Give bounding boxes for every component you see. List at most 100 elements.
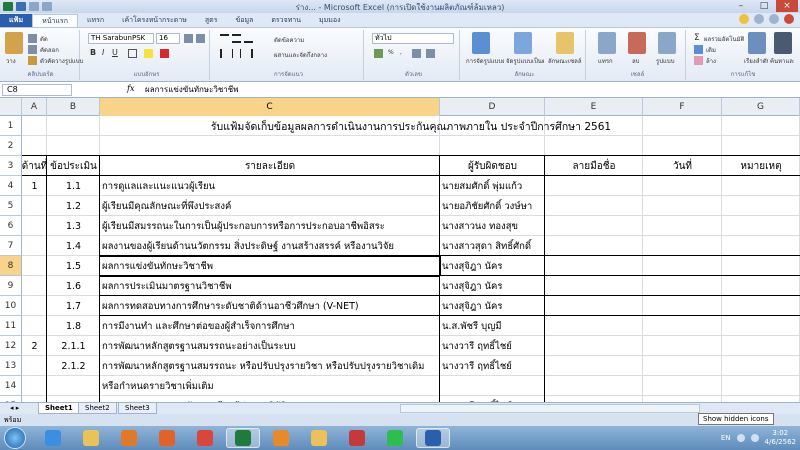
cell-d8[interactable]: นางสุจิฎา นัคร — [440, 256, 545, 276]
cell-c8[interactable]: ผลการแข่งขันทักษะวิชาชีพ — [100, 256, 440, 276]
help-icon[interactable] — [739, 14, 749, 24]
cell-c6[interactable]: ผู้เรียนมีสมรรถนะในการเป็นผู้ประกอบการหร… — [100, 216, 440, 236]
cell-c3[interactable]: รายละเอียด — [100, 156, 440, 176]
cell-a4[interactable]: 1 — [22, 176, 47, 196]
taskbar-app-orange-button[interactable] — [264, 428, 298, 448]
comma-icon[interactable]: , — [400, 49, 402, 56]
wrap-text-button[interactable]: ตัดข้อความ — [274, 35, 304, 45]
cell-c11[interactable]: การมีงานทำ และศึกษาต่อของผู้สำเร็จการศึก… — [100, 316, 440, 336]
taskbar-media-player-button[interactable] — [112, 428, 146, 448]
select-all-corner[interactable] — [0, 98, 22, 116]
row-header-5[interactable]: 5 — [0, 196, 22, 216]
cell-styles-icon[interactable] — [556, 32, 574, 54]
taskbar-calendar-app-button[interactable] — [340, 428, 374, 448]
font-name-box[interactable]: TH SarabunPSK — [88, 33, 154, 44]
ribbon-tab-7[interactable]: มุมมอง — [310, 14, 349, 27]
align-middle-icon[interactable] — [232, 34, 241, 43]
ribbon-tab-3[interactable]: เค้าโครงหน้ากระดาษ — [113, 14, 196, 27]
cell-b6[interactable]: 1.3 — [47, 216, 100, 236]
taskbar-excel-button[interactable] — [226, 428, 260, 448]
percent-icon[interactable]: % — [388, 49, 394, 56]
format-painter-icon[interactable] — [28, 56, 37, 65]
start-button[interactable] — [4, 427, 26, 449]
column-header-a[interactable]: A — [22, 98, 47, 116]
grow-font-icon[interactable] — [184, 34, 193, 43]
sheet-tab-3[interactable]: Sheet3 — [118, 403, 157, 414]
sheet-title-cell[interactable]: รับแฟ้มจัดเก็บข้อมูลผลการดำเนินงานการประ… — [22, 116, 800, 136]
cell-b7[interactable]: 1.4 — [47, 236, 100, 256]
column-header-c[interactable]: C — [100, 98, 440, 116]
delete-cells-icon[interactable] — [628, 32, 646, 54]
horizontal-scrollbar[interactable] — [400, 404, 700, 413]
find-select-icon[interactable] — [774, 32, 792, 54]
cell-b13[interactable]: 2.1.2 — [47, 356, 100, 376]
ribbon-minimize-icon[interactable] — [754, 14, 764, 24]
increase-decimal-icon[interactable] — [412, 49, 421, 58]
sheet-tab-2[interactable]: Sheet2 — [78, 403, 117, 414]
undo-icon[interactable] — [29, 2, 39, 11]
ribbon-tab-6[interactable]: ตรวจทาน — [262, 14, 310, 27]
column-header-e[interactable]: E — [545, 98, 643, 116]
delete-cells-label[interactable]: ลบ — [632, 56, 640, 66]
cell-d5[interactable]: นายอภิชัยศักดิ์ วงษ์ษา — [440, 196, 545, 216]
cell-c9[interactable]: ผลการประเมินมาตรฐานวิชาชีพ — [100, 276, 440, 296]
maximize-button[interactable]: □ — [753, 0, 775, 12]
cell-g3[interactable]: หมายเหตุ — [722, 156, 800, 176]
taskbar-word-button[interactable] — [416, 428, 450, 448]
cell-grid[interactable]: รับแฟ้มจัดเก็บข้อมูลผลการดำเนินงานการประ… — [22, 116, 800, 402]
cell-c12[interactable]: การพัฒนาหลักสูตรฐานสมรรถนะอย่างเป็นระบบ — [100, 336, 440, 356]
insert-cells-label[interactable]: แทรก — [598, 56, 613, 66]
cut-label[interactable]: ตัด — [40, 34, 48, 44]
cell-b8[interactable]: 1.5 — [47, 256, 100, 276]
minimize-button[interactable]: – — [730, 0, 752, 12]
taskbar-chrome-button[interactable] — [188, 428, 222, 448]
cut-icon[interactable] — [28, 34, 37, 43]
cell-c13[interactable]: การพัฒนาหลักสูตรฐานสมรรถนะ หรือปรับปรุงร… — [100, 356, 440, 376]
sheet-tab-1[interactable]: Sheet1 — [38, 403, 80, 414]
ribbon-tab-2[interactable]: แทรก — [78, 14, 113, 27]
ribbon-tab-1[interactable]: หน้าแรก — [32, 14, 78, 27]
sort-filter-icon[interactable] — [748, 32, 766, 54]
close-button[interactable]: × — [776, 0, 798, 12]
merge-center-button[interactable]: ผสานและจัดกึ่งกลาง — [274, 50, 327, 60]
redo-icon[interactable] — [42, 2, 52, 11]
cell-d4[interactable]: นายสมศักดิ์ พุ่มแก้ว — [440, 176, 545, 196]
language-indicator[interactable]: EN — [721, 434, 731, 442]
format-painter-label[interactable]: ตัวคัดวางรูปแบบ — [40, 56, 83, 66]
clear-label[interactable]: ล้าง — [706, 56, 716, 66]
shrink-font-icon[interactable] — [196, 34, 205, 43]
insert-function-icon[interactable]: fx — [127, 84, 134, 93]
cell-e3[interactable]: ลายมือชื่อ — [545, 156, 643, 176]
font-color-icon[interactable] — [160, 49, 169, 58]
ribbon-tab-5[interactable]: ข้อมูล — [226, 14, 262, 27]
sort-filter-label[interactable]: เรียงลำดับและกรอง — [744, 56, 768, 66]
row-header-6[interactable]: 6 — [0, 216, 22, 236]
currency-icon[interactable] — [374, 49, 383, 58]
cell-b11[interactable]: 1.8 — [47, 316, 100, 336]
row-header-4[interactable]: 4 — [0, 176, 22, 196]
row-header-7[interactable]: 7 — [0, 236, 22, 256]
cell-styles-label[interactable]: ลักษณะเซลล์ — [548, 56, 586, 66]
align-center-icon[interactable] — [232, 49, 241, 58]
cell-b4[interactable]: 1.1 — [47, 176, 100, 196]
cell-d12[interactable]: นางวารี ฤทธิ์ไชย์ — [440, 336, 545, 356]
formula-input[interactable]: ผลการแข่งขันทักษะวิชาชีพ — [145, 84, 785, 96]
number-format-box[interactable]: ทั่วไป — [372, 33, 454, 44]
cell-b9[interactable]: 1.6 — [47, 276, 100, 296]
cell-b12[interactable]: 2.1.1 — [47, 336, 100, 356]
cell-d10[interactable]: นางสุจิฎา นัคร — [440, 296, 545, 316]
cell-d3[interactable]: ผู้รับผิดชอบ — [440, 156, 545, 176]
autosum-icon[interactable]: Σ — [694, 33, 700, 43]
align-top-icon[interactable] — [220, 34, 229, 43]
cell-d7[interactable]: นางสาวสุดา สิทธิ์ศักดิ์ — [440, 236, 545, 256]
italic-icon[interactable]: I — [102, 48, 104, 57]
column-header-g[interactable]: G — [722, 98, 800, 116]
clear-icon[interactable] — [694, 56, 703, 65]
row-header-11[interactable]: 11 — [0, 316, 22, 336]
column-header-f[interactable]: F — [643, 98, 722, 116]
ribbon-restore-icon[interactable] — [769, 14, 779, 24]
insert-cells-icon[interactable] — [598, 32, 616, 54]
row-header-3[interactable]: 3 — [0, 156, 22, 176]
cell-d6[interactable]: นางสาวนง ทองสุข — [440, 216, 545, 236]
cell-c7[interactable]: ผลงานของผู้เรียนด้านนวัตกรรม สิ่งประดิษฐ… — [100, 236, 440, 256]
